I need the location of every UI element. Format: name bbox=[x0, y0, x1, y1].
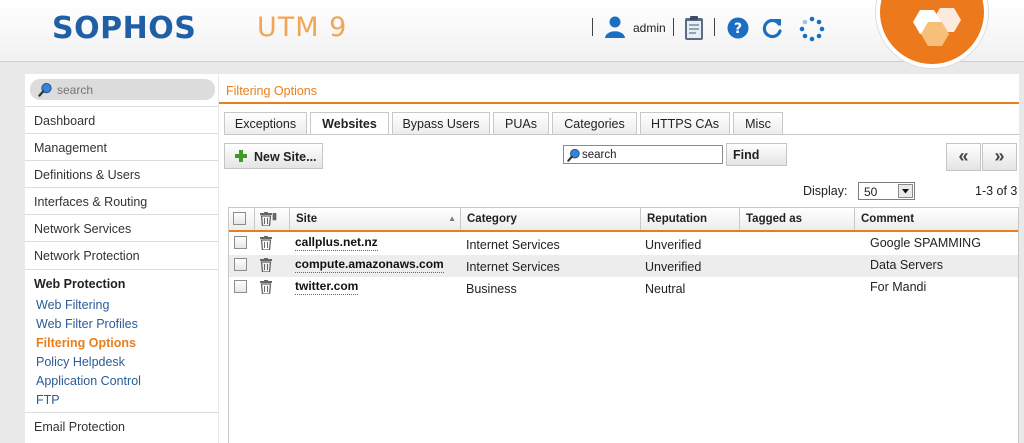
header-separator bbox=[673, 18, 674, 36]
page-title: Filtering Options bbox=[226, 84, 318, 98]
row-checkbox[interactable] bbox=[234, 280, 247, 293]
sidebar-subitem-web-filtering[interactable]: Web Filtering bbox=[36, 298, 109, 312]
tab-bypass-users[interactable]: Bypass Users bbox=[392, 112, 490, 134]
tab-exceptions[interactable]: Exceptions bbox=[224, 112, 307, 134]
column-reputation[interactable]: Reputation bbox=[641, 208, 740, 230]
reputation-cell: Neutral bbox=[645, 282, 686, 296]
column-tagged-as-label: Tagged as bbox=[746, 213, 803, 225]
sophos-logo: SOPHOS bbox=[52, 11, 197, 46]
sidebar-item-network-protection[interactable]: Network Protection bbox=[25, 241, 218, 268]
tab-https-cas[interactable]: HTTPS CAs bbox=[640, 112, 730, 134]
trash-column: ▮ bbox=[255, 208, 290, 230]
header-separator bbox=[592, 18, 593, 36]
table-row[interactable]: callplus.net.nz Internet Services Unveri… bbox=[229, 233, 1018, 255]
sidebar-item-network-services[interactable]: Network Services bbox=[25, 214, 218, 241]
trash-icon[interactable] bbox=[260, 236, 272, 250]
comment-cell: Google SPAMMING bbox=[870, 236, 981, 250]
sidebar-subitem-ftp[interactable]: FTP bbox=[36, 393, 60, 407]
product-badge bbox=[876, 0, 988, 68]
select-all-column bbox=[229, 208, 255, 230]
row-checkbox[interactable] bbox=[234, 258, 247, 271]
next-page-button[interactable]: » bbox=[982, 143, 1017, 171]
category-cell: Business bbox=[466, 282, 517, 296]
display-count-value: 50 bbox=[864, 185, 878, 199]
reputation-cell: Unverified bbox=[645, 238, 702, 252]
user-icon[interactable] bbox=[603, 15, 627, 39]
sites-table: ▮ Site ▲ Category Reputation Tagged as C… bbox=[228, 207, 1019, 443]
app-header: SOPHOS UTM 9 admin ? bbox=[0, 0, 1024, 68]
trash-icon bbox=[260, 212, 272, 226]
column-comment-label: Comment bbox=[861, 213, 915, 225]
table-row[interactable]: twitter.com Business Neutral For Mandi bbox=[229, 277, 1018, 299]
site-link[interactable]: compute.amazonaws.com bbox=[295, 257, 444, 273]
list-search-box[interactable] bbox=[563, 145, 723, 164]
header-separator bbox=[714, 18, 715, 36]
tab-puas[interactable]: PUAs bbox=[493, 112, 549, 134]
sort-ascending-icon: ▲ bbox=[448, 214, 456, 223]
row-checkbox[interactable] bbox=[234, 236, 247, 249]
column-site-label: Site bbox=[296, 213, 318, 225]
display-label: Display: bbox=[803, 184, 848, 198]
spinner-icon bbox=[799, 16, 825, 42]
new-site-label: New Site... bbox=[254, 150, 317, 164]
display-count-select[interactable]: 50 bbox=[858, 182, 915, 200]
badge-hexagon-icon bbox=[913, 8, 961, 46]
tab-misc[interactable]: Misc bbox=[733, 112, 783, 134]
sidebar-item-web-protection[interactable]: Web Protection bbox=[25, 269, 218, 296]
title-divider bbox=[219, 102, 1019, 104]
category-cell: Internet Services bbox=[466, 260, 560, 274]
column-tagged-as[interactable]: Tagged as bbox=[740, 208, 855, 230]
previous-page-button[interactable]: « bbox=[946, 143, 981, 171]
sidebar-item-email-protection[interactable]: Email Protection bbox=[25, 412, 218, 439]
product-name: UTM 9 bbox=[257, 12, 348, 43]
sidebar-subitem-web-filter-profiles[interactable]: Web Filter Profiles bbox=[36, 317, 138, 331]
main-content: Filtering Options Exceptions Websites By… bbox=[219, 74, 1019, 443]
comment-cell: Data Servers bbox=[870, 258, 943, 272]
trash-icon[interactable] bbox=[260, 258, 272, 272]
column-reputation-label: Reputation bbox=[647, 213, 708, 225]
sidebar-item-interfaces-routing[interactable]: Interfaces & Routing bbox=[25, 187, 218, 214]
sidebar-item-dashboard[interactable]: Dashboard bbox=[25, 106, 218, 133]
new-site-button[interactable]: New Site... bbox=[224, 143, 323, 169]
svg-text:?: ? bbox=[734, 21, 742, 37]
column-comment[interactable]: Comment bbox=[855, 208, 1018, 230]
sidebar-subitem-policy-helpdesk[interactable]: Policy Helpdesk bbox=[36, 355, 125, 369]
sidebar-search-input[interactable] bbox=[57, 82, 207, 97]
site-link[interactable]: callplus.net.nz bbox=[295, 235, 378, 251]
plus-icon bbox=[235, 150, 247, 162]
category-cell: Internet Services bbox=[466, 238, 560, 252]
column-category-label: Category bbox=[467, 213, 517, 225]
table-row[interactable]: compute.amazonaws.com Internet Services … bbox=[229, 255, 1018, 277]
sort-indicator-icon: ▮ bbox=[272, 211, 277, 221]
sidebar-subitem-filtering-options[interactable]: Filtering Options bbox=[36, 336, 136, 350]
clipboard-icon[interactable] bbox=[683, 15, 705, 41]
search-icon bbox=[38, 82, 52, 97]
sidebar: Dashboard Management Definitions & Users… bbox=[25, 74, 218, 443]
user-name-link[interactable]: admin bbox=[633, 21, 666, 35]
reputation-cell: Unverified bbox=[645, 260, 702, 274]
comment-cell: For Mandi bbox=[870, 280, 927, 294]
sidebar-item-management[interactable]: Management bbox=[25, 133, 218, 160]
tab-underline bbox=[224, 134, 1019, 135]
reload-icon[interactable] bbox=[760, 16, 784, 40]
sidebar-search-box[interactable] bbox=[30, 79, 215, 100]
column-category[interactable]: Category bbox=[461, 208, 641, 230]
help-icon[interactable]: ? bbox=[727, 17, 749, 39]
table-header: ▮ Site ▲ Category Reputation Tagged as C… bbox=[229, 208, 1018, 232]
chevron-down-icon[interactable] bbox=[898, 184, 913, 198]
tab-websites[interactable]: Websites bbox=[310, 112, 389, 135]
search-icon bbox=[567, 148, 580, 162]
site-link[interactable]: twitter.com bbox=[295, 279, 359, 295]
find-button[interactable]: Find bbox=[726, 143, 787, 166]
sidebar-subitem-application-control[interactable]: Application Control bbox=[36, 374, 141, 388]
result-count: 1-3 of 3 bbox=[975, 184, 1018, 198]
trash-icon[interactable] bbox=[260, 280, 272, 294]
list-search-input[interactable] bbox=[582, 148, 720, 162]
select-all-checkbox[interactable] bbox=[233, 212, 246, 225]
column-site[interactable]: Site ▲ bbox=[290, 208, 461, 230]
tab-categories[interactable]: Categories bbox=[552, 112, 637, 134]
sidebar-item-definitions-users[interactable]: Definitions & Users bbox=[25, 160, 218, 187]
